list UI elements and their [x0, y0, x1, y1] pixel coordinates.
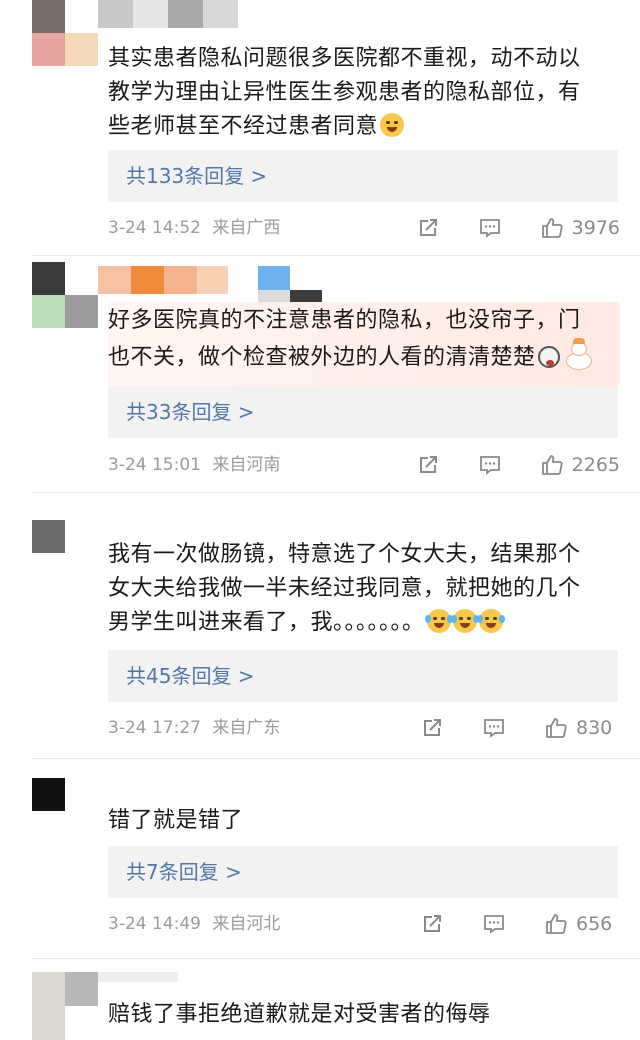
comment-item: 其实患者隐私问题很多医院都不重视，动不动以 教学为理由让异性医生参观患者的隐私部… [0, 0, 640, 252]
comment-location: 来自河北 [212, 914, 281, 934]
view-replies-button[interactable]: 共7条回复 > [108, 846, 618, 898]
tired-emoji [380, 113, 405, 137]
avatar[interactable] [32, 972, 98, 1040]
share-icon[interactable] [420, 912, 444, 936]
comment-date: 3-24 15:01 [108, 455, 201, 475]
share-icon[interactable] [416, 453, 440, 477]
like-count: 2265 [571, 454, 620, 476]
divider [32, 255, 640, 256]
comment-actions: 830 [420, 713, 620, 743]
share-icon[interactable] [420, 716, 444, 740]
comment-actions: 2265 [416, 450, 620, 480]
comment-icon[interactable] [482, 716, 506, 740]
comment-meta: 3-24 17:27 来自广东 [108, 716, 280, 740]
laugh-cry-emoji [476, 609, 505, 633]
comment-icon[interactable] [478, 453, 502, 477]
comment-text: 我有一次做肠镜，特意选了个女大夫，结果那个 女大夫给我做一半未经过我同意，就把她… [108, 542, 581, 635]
comment-actions: 656 [420, 909, 620, 939]
like-icon[interactable] [544, 912, 568, 936]
comment-location: 来自广东 [212, 718, 281, 738]
laugh-cry-emoji [450, 609, 479, 633]
dog-emoji [537, 346, 560, 368]
view-replies-button[interactable]: 共45条回复 > [108, 650, 618, 702]
comment-actions: 3976 [416, 213, 620, 243]
like-count: 3976 [571, 217, 620, 239]
like-count: 830 [576, 717, 613, 739]
username-blurred[interactable] [98, 266, 228, 294]
comment-item: 错了就是错了 共7条回复 > 3-24 14:49 来自河北 656 [0, 778, 640, 958]
comment-date: 3-24 14:49 [108, 914, 201, 934]
comment-location: 来自广西 [212, 218, 281, 238]
avatar[interactable] [32, 778, 98, 844]
avatar[interactable] [32, 262, 98, 328]
username-badge-blurred [258, 266, 322, 306]
username-blurred[interactable] [98, 972, 178, 982]
divider [32, 492, 640, 493]
like-icon[interactable] [544, 716, 568, 740]
divider [32, 958, 640, 959]
comment-icon[interactable] [482, 912, 506, 936]
comment-icon[interactable] [478, 216, 502, 240]
view-replies-button[interactable]: 共33条回复 > [108, 386, 618, 438]
share-icon[interactable] [416, 216, 440, 240]
comment-date: 3-24 14:52 [108, 218, 201, 238]
comment-meta: 3-24 14:52 来自广西 [108, 216, 280, 240]
like-icon[interactable] [540, 453, 564, 477]
comment-text: 好多医院真的不注意患者的隐私，也没帘子，门 也不关，做个检查被外边的人看的清清楚… [108, 304, 620, 375]
comment-item: 赔钱了事拒绝道歉就是对受害者的侮辱 [0, 972, 640, 1040]
laugh-cry-emoji [424, 609, 453, 633]
comment-location: 来自河南 [212, 455, 281, 475]
divider [32, 758, 640, 759]
username-blurred[interactable] [98, 0, 238, 28]
avatar[interactable] [32, 520, 98, 586]
comment-text: 其实患者隐私问题很多医院都不重视，动不动以 教学为理由让异性医生参观患者的隐私部… [108, 46, 581, 139]
avatar[interactable] [32, 0, 98, 66]
comment-date: 3-24 17:27 [108, 718, 201, 738]
comment-meta: 3-24 15:01 来自河南 [108, 453, 280, 477]
like-count: 656 [576, 913, 613, 935]
snowman-icon [562, 338, 596, 372]
comment-meta: 3-24 14:49 来自河北 [108, 912, 280, 936]
comment-item: 我有一次做肠镜，特意选了个女大夫，结果那个 女大夫给我做一半未经过我同意，就把她… [0, 520, 640, 760]
view-replies-button[interactable]: 共133条回复 > [108, 150, 618, 202]
comment-text: 错了就是错了 [108, 808, 244, 833]
comment-text: 赔钱了事拒绝道歉就是对受害者的侮辱 [108, 1002, 491, 1027]
like-icon[interactable] [540, 216, 564, 240]
comment-item: 好多医院真的不注意患者的隐私，也没帘子，门 也不关，做个检查被外边的人看的清清楚… [0, 262, 640, 492]
